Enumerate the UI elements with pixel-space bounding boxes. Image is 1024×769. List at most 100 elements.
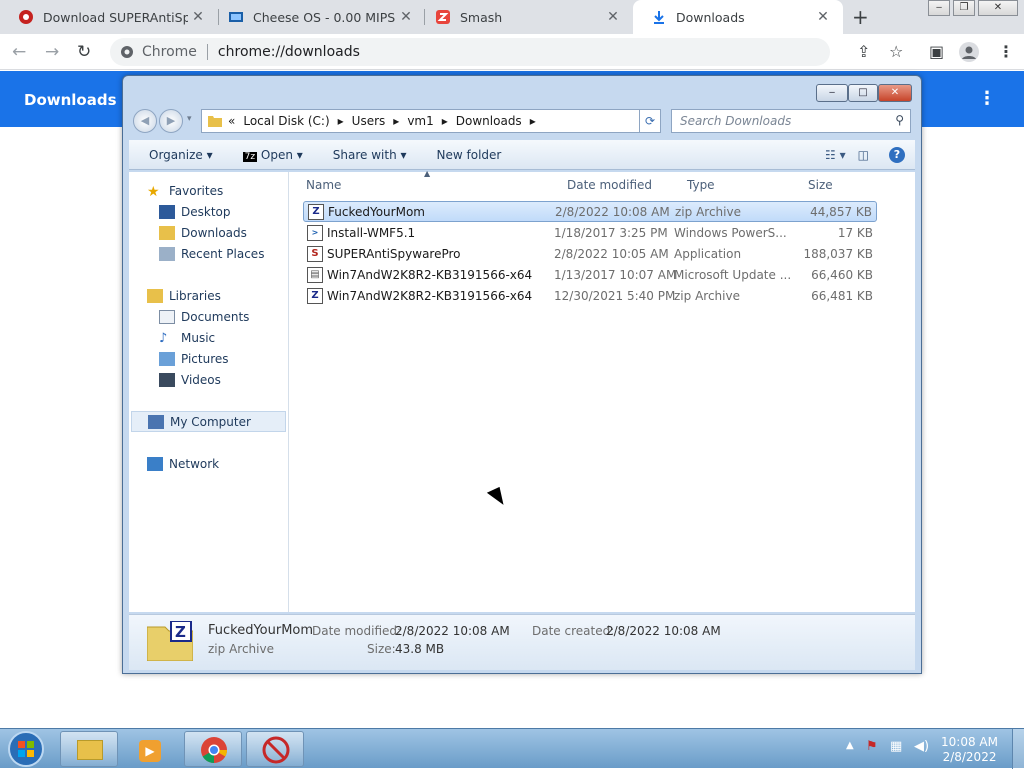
explorer-minimize-button[interactable]: ‒ (816, 84, 848, 102)
chevron-right-icon[interactable]: ▸ (393, 114, 399, 128)
address-bar[interactable]: Chrome chrome://downloads (110, 38, 830, 66)
file-type: zip Archive (675, 204, 741, 219)
details-file-type: zip Archive (208, 642, 274, 656)
folder-icon (77, 740, 103, 760)
preview-pane-icon[interactable]: ◫ (858, 148, 869, 162)
clock-date: 2/8/2022 (942, 750, 997, 764)
restore-button[interactable]: ❐ (953, 0, 975, 16)
taskbar-chrome-button[interactable] (184, 731, 242, 767)
file-row[interactable]: Z Win7AndW2K8R2-KB3191566-x64 12/30/2021 … (303, 285, 877, 306)
search-icon[interactable]: ⚲ (895, 113, 904, 127)
action-center-icon[interactable]: ⚑ (866, 739, 878, 754)
close-window-button[interactable]: ✕ (978, 0, 1018, 16)
file-date: 1/18/2017 3:25 PM (554, 225, 668, 240)
show-hidden-icons[interactable]: ▲ (846, 740, 854, 751)
close-tab-icon[interactable]: ✕ (188, 9, 208, 25)
explorer-maximize-button[interactable]: □ (848, 84, 878, 102)
column-name[interactable]: Name (306, 178, 341, 192)
view-options-icon[interactable]: ☷ ▾ (825, 148, 846, 162)
videos-icon (159, 372, 175, 387)
breadcrumb-item[interactable]: Local Disk (C:) (243, 114, 329, 128)
profile-avatar[interactable] (959, 42, 979, 62)
reload-icon[interactable]: ↻ (77, 42, 91, 62)
new-tab-button[interactable]: + (852, 5, 869, 29)
search-input[interactable]: Search Downloads ⚲ (671, 109, 911, 133)
chevron-right-icon[interactable]: ▸ (530, 114, 536, 128)
address-breadcrumb[interactable]: « Local Disk (C:) ▸ Users ▸ vm1 ▸ Downloads… (201, 109, 657, 133)
menu-icon[interactable]: ⋮ (998, 42, 1014, 61)
column-headers: Name ▲ Date modified Type Size (290, 169, 915, 196)
tab-title: Downloads (676, 9, 745, 25)
tab-title: Download SUPERAntiSpyw (43, 9, 188, 25)
breadcrumb-item[interactable]: Downloads (456, 114, 522, 128)
nav-desktop[interactable]: Desktop (159, 201, 231, 222)
volume-icon[interactable]: ◀) (914, 739, 929, 754)
column-type[interactable]: Type (687, 178, 715, 192)
minimize-button[interactable]: ‒ (928, 0, 950, 16)
tab-superantispyware[interactable]: Download SUPERAntiSpyw ✕ (0, 0, 218, 34)
refresh-icon[interactable]: ⟳ (639, 109, 661, 133)
clock[interactable]: 10:08 AM 2/8/2022 (941, 735, 998, 765)
chevron-right-icon[interactable]: ▸ (442, 114, 448, 128)
history-dropdown-icon[interactable]: ▾ (187, 114, 192, 124)
taskbar-blocked-app-button[interactable] (246, 731, 304, 767)
chevron-right-icon[interactable]: ▸ (338, 114, 344, 128)
tab-smash[interactable]: Smash ✕ (417, 0, 633, 34)
share-icon[interactable]: ⇪ (857, 42, 870, 61)
close-tab-icon[interactable]: ✕ (396, 9, 416, 25)
monitor-icon (229, 12, 243, 22)
breadcrumb-item[interactable]: vm1 (407, 114, 433, 128)
file-row[interactable]: S SUPERAntiSpywarePro 2/8/2022 10:05 AM A… (303, 243, 877, 264)
nav-label: Recent Places (181, 246, 265, 261)
taskbar-explorer-button[interactable] (60, 731, 118, 767)
more-menu-icon[interactable]: ⋮ (978, 88, 996, 109)
nav-recent-places[interactable]: Recent Places (159, 243, 264, 264)
back-icon[interactable]: ◀ (133, 109, 157, 133)
breadcrumb-overflow[interactable]: « (228, 114, 235, 128)
nav-libraries[interactable]: Libraries (147, 285, 221, 306)
zip-archive-large-icon: Z (147, 621, 193, 661)
nav-my-computer[interactable]: My Computer (131, 411, 286, 432)
taskbar-media-player-button[interactable]: ▶ (122, 731, 180, 767)
nav-videos[interactable]: Videos (159, 369, 221, 390)
share-with-button[interactable]: Share with ▾ (333, 148, 407, 162)
forward-icon[interactable]: ▶ (159, 109, 183, 133)
back-icon[interactable]: ← (12, 42, 26, 62)
explorer-close-button[interactable]: ✕ (878, 84, 912, 102)
help-icon[interactable]: ? (889, 146, 905, 163)
file-row[interactable]: Z FuckedYourMom 2/8/2022 10:08 AM zip Arc… (303, 201, 877, 222)
nav-pictures[interactable]: Pictures (159, 348, 229, 369)
nav-downloads[interactable]: Downloads (159, 222, 247, 243)
file-type: Windows PowerS... (674, 225, 787, 240)
tab-cheese-os[interactable]: Cheese OS - 0.00 MIPS ✕ (210, 0, 426, 34)
column-size[interactable]: Size (808, 178, 833, 192)
details-size-value: 43.8 MB (395, 642, 445, 656)
close-tab-icon[interactable]: ✕ (813, 9, 833, 25)
file-type: Application (674, 246, 742, 261)
smash-icon (436, 10, 450, 24)
details-created-value: 2/8/2022 10:08 AM (606, 624, 721, 638)
side-panel-icon[interactable]: ▣ (929, 42, 944, 61)
file-size: 188,037 KB (803, 246, 873, 261)
bookmark-star-icon[interactable]: ☆ (889, 42, 903, 61)
details-pane: Z FuckedYourMom zip Archive Date modifie… (129, 614, 915, 670)
show-desktop-button[interactable] (1012, 729, 1024, 769)
open-button[interactable]: 7z Open ▾ (242, 148, 303, 162)
file-row[interactable]: ▤ Win7AndW2K8R2-KB3191566-x64 1/13/2017 1… (303, 264, 877, 285)
close-tab-icon[interactable]: ✕ (603, 9, 623, 25)
column-date-modified[interactable]: Date modified (567, 178, 652, 192)
nav-documents[interactable]: Documents (159, 306, 249, 327)
nav-network[interactable]: Network (147, 453, 219, 474)
tab-downloads[interactable]: Downloads ✕ (633, 0, 843, 34)
zip-archive-icon: Z (307, 287, 323, 304)
network-tray-icon[interactable]: ▦ (890, 739, 902, 754)
nav-favorites[interactable]: ★ Favorites (147, 180, 223, 201)
nav-music[interactable]: ♪ Music (159, 327, 215, 348)
file-row[interactable]: > Install-WMF5.1 1/18/2017 3:25 PM Window… (303, 222, 877, 243)
start-button[interactable] (6, 730, 46, 768)
breadcrumb-item[interactable]: Users (352, 114, 386, 128)
new-folder-button[interactable]: New folder (437, 148, 502, 162)
file-size: 44,857 KB (810, 204, 872, 219)
organize-button[interactable]: Organize ▾ (149, 148, 213, 162)
forward-icon[interactable]: → (45, 42, 59, 62)
